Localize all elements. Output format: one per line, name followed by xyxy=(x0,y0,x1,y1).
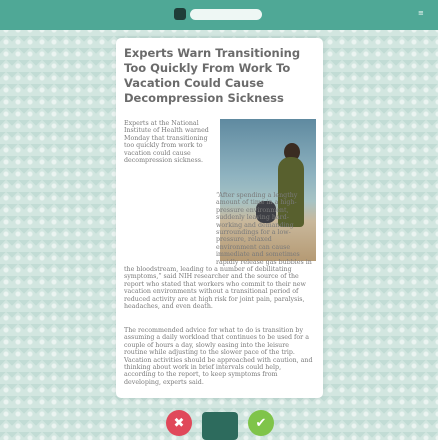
text-wrap-spacer xyxy=(124,192,216,262)
article-paragraph-1: Experts at the National Institute of Hea… xyxy=(124,120,209,165)
menu-icon[interactable]: ≡ xyxy=(418,9,434,19)
search-input[interactable] xyxy=(190,9,262,20)
close-icon: ✖ xyxy=(173,415,185,430)
article-paragraph-3: The recommended advice for what to do is… xyxy=(124,327,313,386)
accept-button[interactable]: ✔ xyxy=(248,410,274,436)
top-bar: ≡ xyxy=(0,0,438,30)
article-paragraph-2: “After spending a lengthy amount of time… xyxy=(124,192,314,311)
article-headline: Experts Warn Transitioning Too Quickly F… xyxy=(124,46,301,105)
action-bar: ✖ ✔ xyxy=(166,410,274,440)
article-card: Experts Warn Transitioning Too Quickly F… xyxy=(116,38,323,398)
reject-button[interactable]: ✖ xyxy=(166,410,192,436)
check-icon: ✔ xyxy=(255,415,267,430)
share-button[interactable] xyxy=(202,412,238,440)
site-logo[interactable] xyxy=(174,8,186,20)
